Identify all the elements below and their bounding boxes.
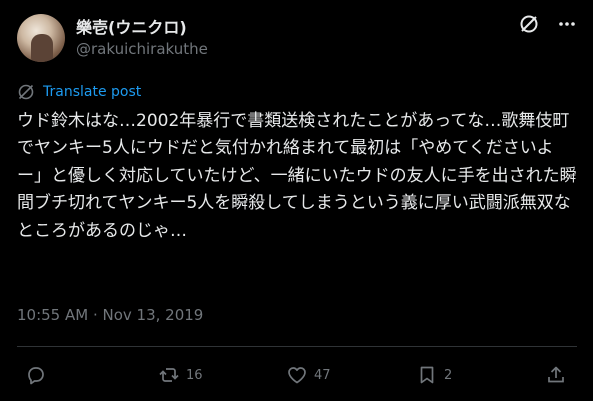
action-bar: 16 47 2 [17, 358, 577, 392]
bookmark-icon [416, 364, 438, 386]
repost-button[interactable]: 16 [158, 358, 203, 392]
globe-translate-icon [17, 83, 35, 101]
translate-post-link[interactable]: Translate post [17, 83, 141, 101]
grok-icon[interactable] [519, 14, 539, 34]
author-name[interactable]: 樂壱(ウニクロ) [76, 14, 187, 38]
like-count: 47 [314, 367, 331, 383]
like-button[interactable]: 47 [286, 358, 331, 392]
translate-label[interactable]: Translate post [43, 84, 141, 100]
share-icon [545, 364, 567, 386]
avatar[interactable] [17, 14, 65, 62]
divider [17, 346, 577, 347]
reply-button[interactable] [25, 358, 53, 392]
bookmark-button[interactable]: 2 [416, 358, 452, 392]
post-timestamp[interactable]: 10:55 AM · Nov 13, 2019 [17, 306, 203, 324]
share-button[interactable] [545, 358, 567, 392]
author-handle[interactable]: @rakuichirakuthe [76, 40, 208, 58]
like-icon [286, 364, 308, 386]
post-text: ウド鈴木はな…2002年暴行で書類送検されたことがあってな…歌舞伎町でヤンキー5… [17, 111, 577, 241]
bookmark-count: 2 [444, 367, 453, 383]
repost-count: 16 [186, 367, 203, 383]
repost-icon [158, 364, 180, 386]
more-icon[interactable] [557, 14, 577, 34]
reply-icon [25, 364, 47, 386]
